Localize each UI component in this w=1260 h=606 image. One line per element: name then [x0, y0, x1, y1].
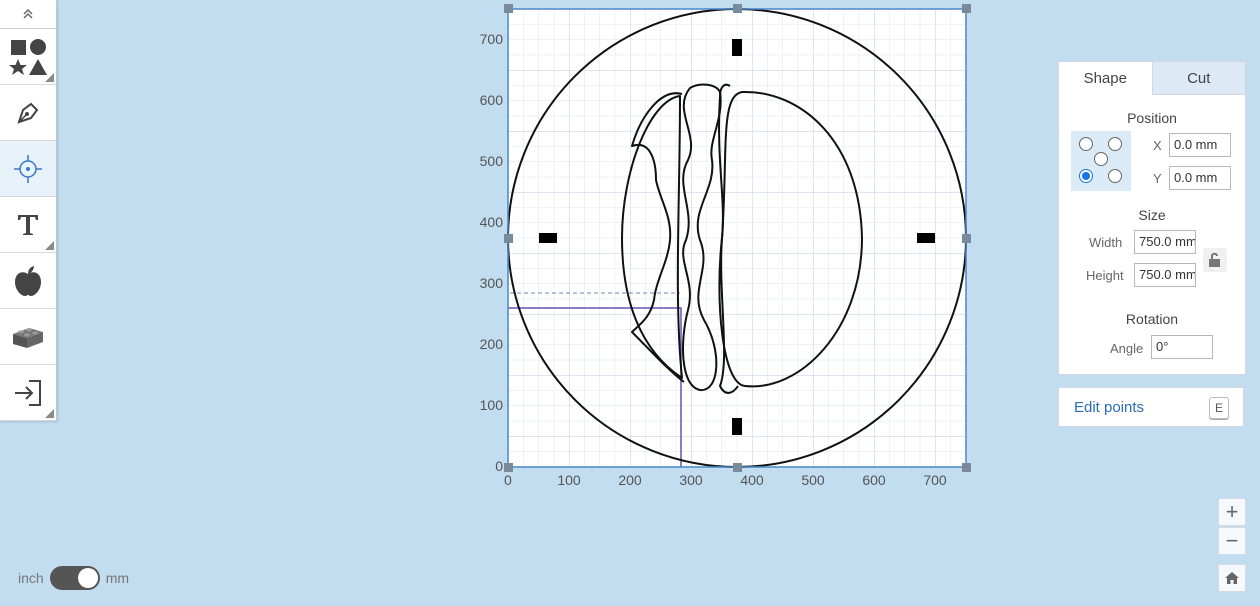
- unit-toggle: inch mm: [18, 566, 129, 590]
- x-position-input[interactable]: 0.0 mm: [1169, 133, 1231, 157]
- pen-tool-button[interactable]: [0, 85, 56, 141]
- y-axis: 0 100 200 300 400 500 600 700: [480, 31, 504, 474]
- anchor-top-right[interactable]: [1108, 137, 1122, 151]
- handle-top-right[interactable]: [962, 4, 971, 13]
- y-tick-label: 400: [480, 214, 504, 230]
- import-arrow-icon: [15, 379, 41, 406]
- crosshair-icon: [14, 154, 42, 183]
- y-tick-label: 100: [480, 397, 504, 413]
- tab-shape[interactable]: Shape: [1059, 62, 1152, 95]
- anchor-top-left[interactable]: [1079, 137, 1093, 151]
- zoom-in-button[interactable]: +: [1218, 498, 1246, 526]
- handle-top-center[interactable]: [733, 4, 742, 13]
- home-view-button[interactable]: [1218, 564, 1246, 592]
- y-label: Y: [1153, 171, 1162, 186]
- x-tick-label: 400: [740, 472, 764, 488]
- cut-mark-left: [539, 233, 557, 243]
- cut-mark-right: [917, 233, 935, 243]
- panel-tabs: Shape Cut: [1059, 62, 1245, 95]
- x-tick-label: 500: [801, 472, 825, 488]
- import-tool-button[interactable]: [0, 365, 56, 421]
- collapse-toolbar-button[interactable]: [0, 0, 56, 29]
- text-T-icon: [18, 214, 38, 235]
- size-title: Size: [1138, 207, 1166, 223]
- position-title: Position: [1127, 110, 1177, 126]
- shapes-tool-button[interactable]: [0, 29, 56, 85]
- center-tool-button[interactable]: [0, 141, 56, 197]
- home-icon: [1225, 572, 1239, 584]
- edit-points-panel[interactable]: Edit points E: [1058, 387, 1244, 427]
- cut-mark-bottom: [732, 418, 742, 435]
- unlock-icon: [1209, 252, 1220, 267]
- library-tool-button[interactable]: [0, 253, 56, 309]
- anchor-point-selector: [1071, 131, 1131, 191]
- handle-bottom-center[interactable]: [733, 463, 742, 472]
- handle-bottom-right[interactable]: [962, 463, 971, 472]
- x-label: X: [1153, 138, 1162, 153]
- tab-cut[interactable]: Cut: [1151, 62, 1245, 95]
- pen-nib-icon: [17, 102, 39, 124]
- x-axis: 0 100 200 300 400 500 600 700: [504, 472, 947, 488]
- zoom-out-button[interactable]: −: [1218, 527, 1246, 555]
- double-chevron-up-icon: [23, 8, 33, 19]
- y-tick-label: 0: [495, 458, 503, 474]
- rotation-title: Rotation: [1125, 311, 1179, 327]
- edit-points-link[interactable]: Edit points: [1074, 399, 1144, 416]
- angle-label: Angle: [1110, 341, 1144, 356]
- projects-tool-button[interactable]: [0, 309, 56, 365]
- handle-middle-left[interactable]: [504, 234, 513, 243]
- y-tick-label: 500: [480, 153, 504, 169]
- anchor-center[interactable]: [1094, 152, 1108, 166]
- properties-panel: Shape Cut Position X 0.0 mm Y 0.0 mm Siz…: [1058, 61, 1246, 375]
- shapes-icon: [9, 38, 47, 75]
- cut-mark-top: [732, 39, 742, 56]
- x-tick-label: 600: [862, 472, 886, 488]
- handle-top-left[interactable]: [504, 4, 513, 13]
- handle-bottom-left[interactable]: [504, 463, 513, 472]
- anchor-bottom-left[interactable]: [1079, 169, 1093, 183]
- y-tick-label: 700: [480, 31, 504, 47]
- height-label: Height: [1086, 268, 1124, 283]
- x-tick-label: 100: [557, 472, 581, 488]
- x-tick-label: 200: [618, 472, 642, 488]
- aspect-lock-toggle[interactable]: [1203, 248, 1227, 272]
- edit-points-shortcut-key: E: [1209, 397, 1229, 419]
- text-tool-button[interactable]: [0, 197, 56, 253]
- width-input[interactable]: 750.0 mm: [1134, 230, 1196, 254]
- lego-brick-icon: [13, 327, 43, 348]
- y-position-input[interactable]: 0.0 mm: [1169, 166, 1231, 190]
- y-tick-label: 300: [480, 275, 504, 291]
- handle-middle-right[interactable]: [962, 234, 971, 243]
- anchor-bottom-right[interactable]: [1108, 169, 1122, 183]
- unit-switch[interactable]: [49, 566, 100, 590]
- height-input[interactable]: 750.0 mm: [1134, 263, 1196, 287]
- x-tick-label: 0: [504, 472, 512, 488]
- y-tick-label: 600: [480, 92, 504, 108]
- width-label: Width: [1089, 235, 1123, 250]
- left-toolbar: [0, 0, 57, 421]
- y-tick-label: 200: [480, 336, 504, 352]
- apple-icon: [15, 265, 41, 296]
- x-tick-label: 300: [679, 472, 703, 488]
- x-tick-label: 700: [923, 472, 947, 488]
- unit-mm-label: mm: [105, 570, 130, 586]
- major-grid: [508, 9, 966, 467]
- unit-inch-label: inch: [18, 570, 44, 586]
- angle-input[interactable]: 0°: [1151, 335, 1213, 359]
